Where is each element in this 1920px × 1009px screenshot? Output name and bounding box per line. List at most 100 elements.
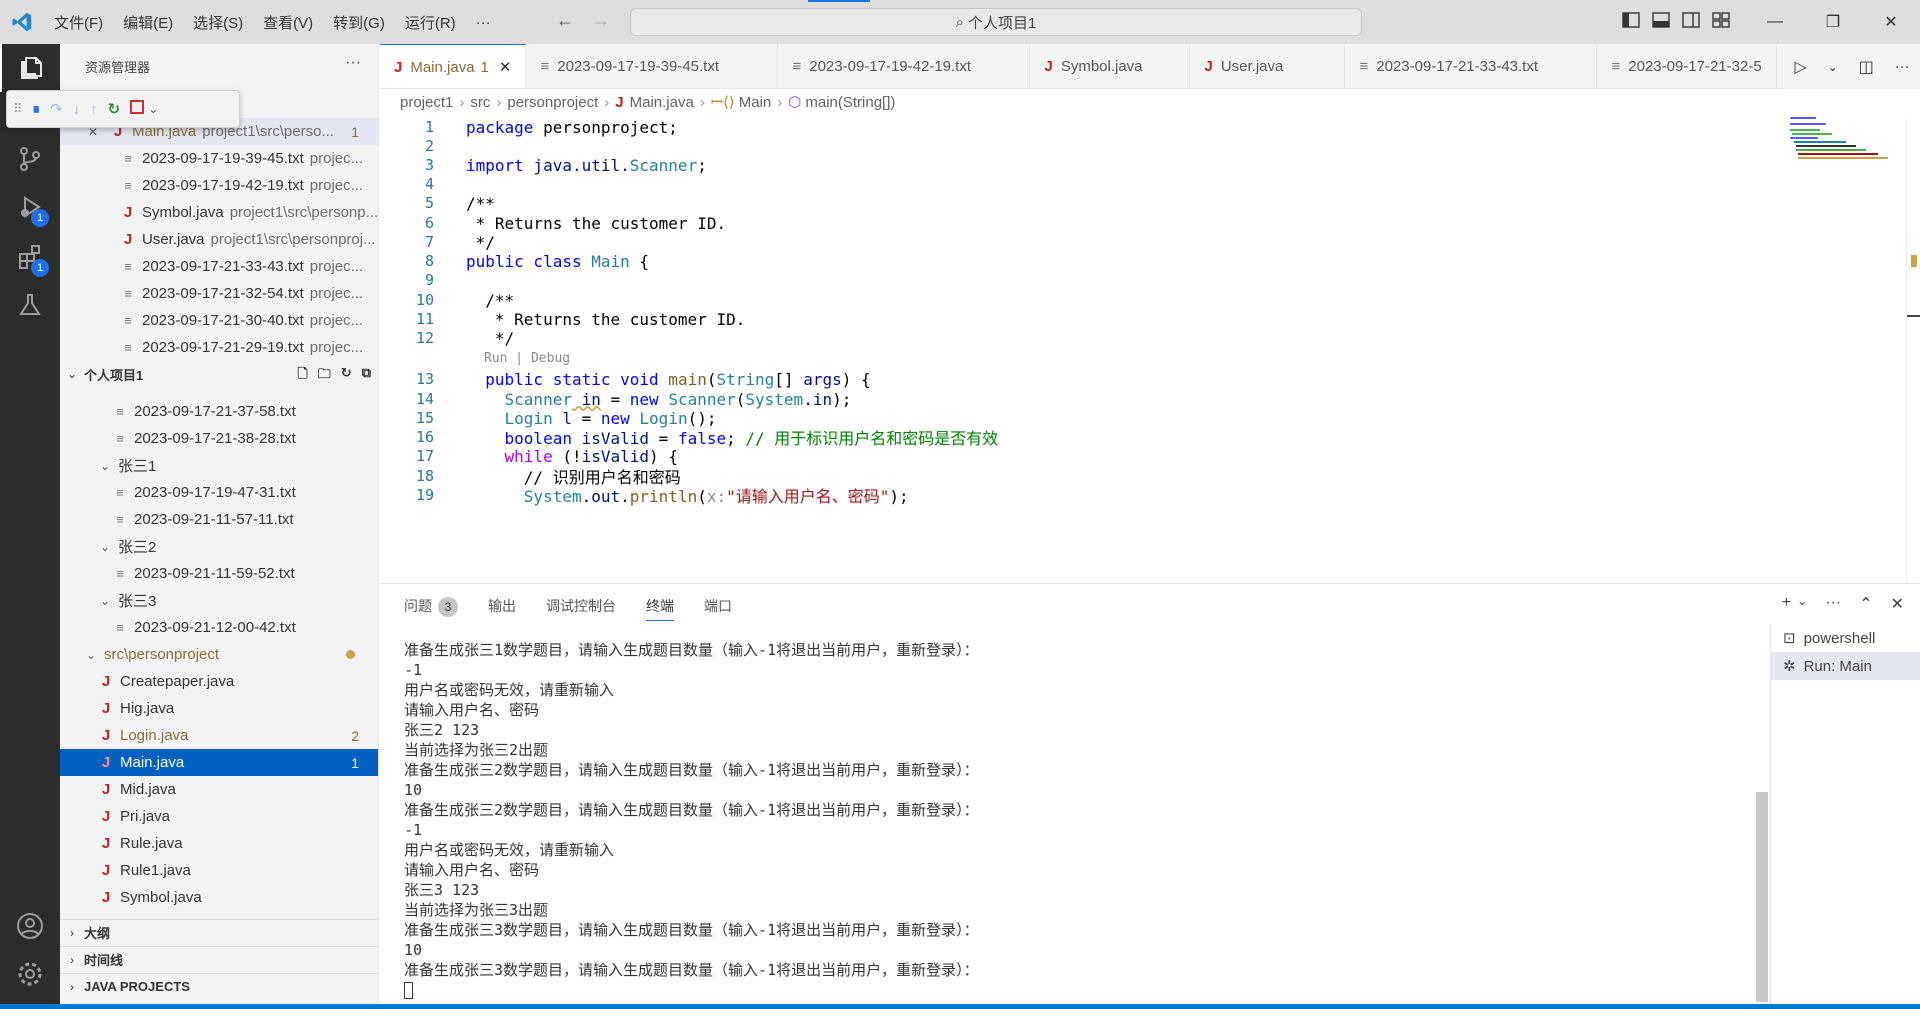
chevron-down-icon[interactable]: ⌄	[148, 102, 158, 116]
tree-folder-item[interactable]: ⌄ 张三2	[60, 533, 378, 560]
outline-section[interactable]: › 大纲	[60, 919, 378, 945]
tree-folder-item[interactable]: ⌄ 张三3	[60, 587, 378, 614]
tree-file-item[interactable]: J Rule1.java	[60, 857, 378, 884]
tree-file-item[interactable]: J Main.java 1	[60, 749, 378, 776]
more-actions-icon[interactable]: ···	[1895, 58, 1910, 75]
menu-selection[interactable]: 选择(S)	[183, 12, 253, 33]
refresh-icon[interactable]: ↻	[341, 365, 352, 387]
pause-icon[interactable]: ⏸	[33, 101, 41, 118]
terminal-scrollbar[interactable]	[1756, 792, 1768, 1002]
tree-file-item[interactable]: ≡ 2023-09-21-11-57-11.txt	[60, 506, 378, 533]
tree-file-item[interactable]: J Createpaper.java	[60, 668, 378, 695]
tab-problems[interactable]: 问题 3	[404, 596, 458, 621]
tab-txt[interactable]: ≡ 2023-09-17-21-32-5	[1597, 44, 1777, 88]
tree-file-item[interactable]: J Login.java 2	[60, 722, 378, 749]
project-section-header[interactable]: ⌄ 个人项目1 🗋 🗀 ↻ ⧉	[60, 361, 378, 387]
open-editor-item[interactable]: J Symbol.java project1\src\personp...	[60, 199, 378, 226]
tab-output[interactable]: 输出	[488, 596, 516, 621]
extensions-icon[interactable]: 1	[0, 233, 60, 281]
open-editor-item[interactable]: ≡ 2023-09-17-21-32-54.txt projec...	[60, 280, 378, 307]
collapse-all-icon[interactable]: ⧉	[362, 365, 371, 387]
tab-terminal[interactable]: 终端	[646, 596, 674, 621]
open-editor-item[interactable]: ≡ 2023-09-17-21-33-43.txt projec...	[60, 253, 378, 280]
minimap[interactable]	[1788, 115, 1900, 175]
breadcrumb-item[interactable]: Main.java	[630, 94, 694, 111]
toggle-sidebar-icon[interactable]	[1622, 11, 1640, 29]
terminal-item-powershell[interactable]: ⊡ powershell	[1771, 624, 1920, 652]
breadcrumb-item[interactable]: main(String[])	[805, 94, 895, 111]
breadcrumb-item[interactable]: personproject	[507, 94, 598, 111]
menu-edit[interactable]: 编辑(E)	[113, 12, 183, 33]
tree-file-item[interactable]: J Symbol.java	[60, 884, 378, 911]
customize-layout-icon[interactable]	[1712, 11, 1730, 29]
maximize-panel-icon[interactable]: ⌃	[1859, 594, 1872, 614]
source-control-icon[interactable]	[0, 135, 60, 183]
tree-file-item[interactable]: ≡ 2023-09-21-11-59-52.txt	[60, 560, 378, 587]
step-into-icon[interactable]: ↓	[73, 101, 81, 118]
tab-txt[interactable]: ≡ 2023-09-17-19-39-45.txt	[526, 44, 779, 88]
step-over-icon[interactable]: ↷	[50, 100, 63, 118]
java-projects-section[interactable]: › JAVA PROJECTS	[60, 973, 378, 999]
more-actions-icon[interactable]: ···	[345, 54, 361, 72]
forward-arrow-icon[interactable]: →	[592, 10, 610, 31]
timeline-section[interactable]: › 时间线	[60, 946, 378, 972]
close-window-icon[interactable]: ✕	[1862, 0, 1920, 44]
restore-icon[interactable]: ❐	[1804, 0, 1862, 44]
new-folder-icon[interactable]: 🗀	[318, 365, 331, 387]
menu-more[interactable]: ···	[466, 14, 501, 31]
tree-file-item[interactable]: J Hig.java	[60, 695, 378, 722]
open-editor-item[interactable]: ≡ 2023-09-17-21-29-19.txt projec...	[60, 334, 378, 361]
tree-file-item[interactable]: J Rule.java	[60, 830, 378, 857]
codelens-run-debug[interactable]: Run | Debug	[484, 351, 570, 366]
menu-view[interactable]: 查看(V)	[253, 12, 323, 33]
breadcrumb-item[interactable]: src	[470, 94, 490, 111]
tab-main-java[interactable]: J Main.java 1 ✕	[380, 44, 527, 88]
menu-file[interactable]: 文件(F)	[44, 12, 113, 33]
tree-file-item[interactable]: ≡ 2023-09-21-12-00-42.txt	[60, 614, 378, 641]
menu-run[interactable]: 运行(R)	[395, 12, 466, 33]
step-out-icon[interactable]: ↑	[90, 101, 98, 118]
tree-file-item[interactable]: ≡ 2023-09-17-21-37-58.txt	[60, 398, 378, 425]
restart-icon[interactable]: ↻	[108, 100, 121, 118]
split-editor-icon[interactable]: ◫	[1859, 57, 1874, 77]
open-editor-item[interactable]: ≡ 2023-09-17-21-30-40.txt projec...	[60, 307, 378, 334]
menu-go[interactable]: 转到(G)	[323, 12, 395, 33]
more-actions-icon[interactable]: ···	[1825, 594, 1841, 614]
tree-file-item[interactable]: J Pri.java	[60, 803, 378, 830]
tab-debug-console[interactable]: 调试控制台	[546, 596, 616, 621]
tree-file-item[interactable]: J Mid.java	[60, 776, 378, 803]
tree-folder-item[interactable]: ⌄ 张三1	[60, 452, 378, 479]
tab-ports[interactable]: 端口	[704, 596, 732, 621]
tab-txt[interactable]: ≡ 2023-09-17-21-33-43.txt	[1345, 44, 1598, 88]
new-terminal-icon[interactable]: +	[1782, 594, 1791, 614]
breadcrumb-item[interactable]: Main	[739, 94, 772, 111]
breadcrumb-item[interactable]: project1	[400, 94, 453, 111]
testing-icon[interactable]	[0, 281, 60, 329]
close-tab-icon[interactable]: ✕	[499, 58, 512, 76]
back-arrow-icon[interactable]: ←	[556, 10, 574, 31]
new-file-icon[interactable]: 🗋	[297, 365, 307, 387]
tab-txt[interactable]: ≡ 2023-09-17-19-42-19.txt	[778, 44, 1031, 88]
open-editor-item[interactable]: J User.java project1\src\personproj...	[60, 226, 378, 253]
run-icon[interactable]: ▷	[1794, 57, 1806, 77]
editor-scrollbar[interactable]	[1906, 115, 1920, 583]
tab-symbol-java[interactable]: J Symbol.java	[1030, 44, 1191, 88]
chevron-down-icon[interactable]: ⌄	[1828, 60, 1838, 74]
chevron-down-icon[interactable]: ⌄	[1797, 594, 1807, 614]
terminal-output[interactable]: 准备生成张三1数学题目，请输入生成题目数量（输入-1将退出当前用户，重新登录）：…	[404, 640, 1804, 1000]
code-editor[interactable]: 1 package personproject; 2 3 import java.u…	[380, 115, 1920, 583]
close-panel-icon[interactable]: ✕	[1891, 594, 1904, 614]
stop-icon[interactable]	[130, 100, 145, 118]
settings-gear-icon[interactable]	[0, 950, 60, 998]
terminal-item-run-main[interactable]: ✲ Run: Main	[1771, 652, 1920, 680]
minimize-icon[interactable]: —	[1746, 0, 1804, 44]
tab-user-java[interactable]: J User.java	[1190, 44, 1346, 88]
tree-folder-item[interactable]: ⌄ src\personproject	[60, 641, 378, 668]
command-center-search[interactable]: ⌕ 个人项目1	[630, 8, 1362, 36]
explorer-icon[interactable]	[0, 44, 60, 92]
open-editor-item[interactable]: ≡ 2023-09-17-19-39-45.txt projec...	[60, 145, 378, 172]
tree-file-item[interactable]: ≡ 2023-09-17-21-38-28.txt	[60, 425, 378, 452]
toggle-panel-icon[interactable]	[1652, 11, 1670, 29]
run-debug-icon[interactable]: 1	[0, 183, 60, 231]
tree-file-item[interactable]: ≡ 2023-09-17-19-47-31.txt	[60, 479, 378, 506]
